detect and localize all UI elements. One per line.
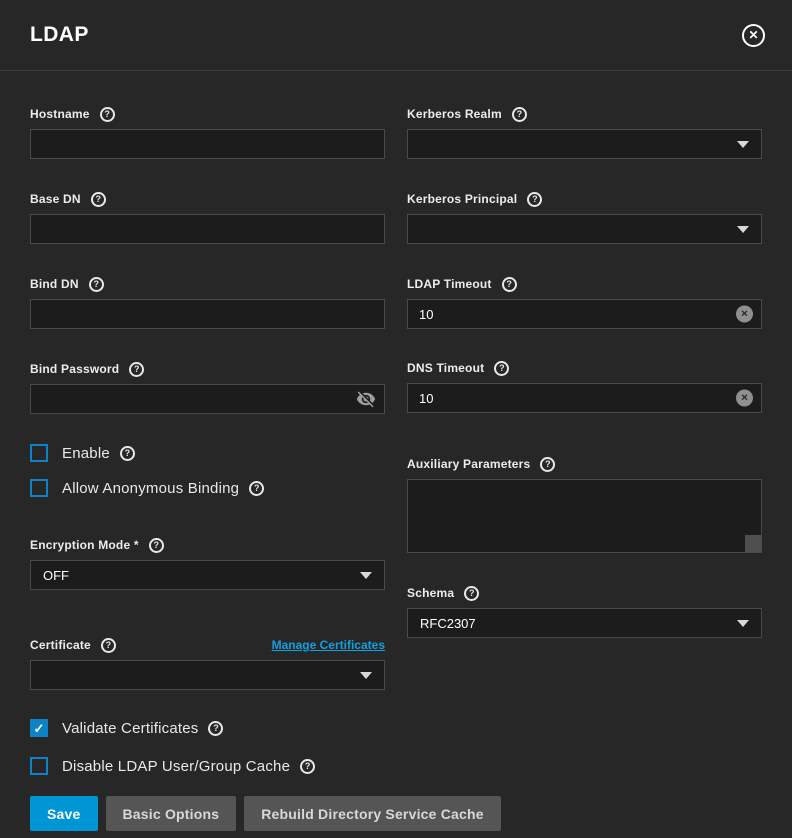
certificate-label: Certificate: [30, 638, 91, 652]
disable-ldap-cache-checkbox[interactable]: [30, 757, 48, 775]
help-icon[interactable]: ?: [300, 759, 315, 774]
chevron-down-icon: [737, 620, 749, 627]
hostname-field: Hostname ?: [30, 106, 385, 159]
help-icon[interactable]: ?: [149, 538, 164, 553]
help-icon[interactable]: ?: [120, 446, 135, 461]
help-icon[interactable]: ?: [129, 362, 144, 377]
form-left-column: Hostname ? Base DN ? Bind DN: [30, 106, 385, 775]
form-right-column: Kerberos Realm ? Kerberos Principal ?: [407, 106, 762, 775]
help-icon[interactable]: ?: [91, 192, 106, 207]
auxiliary-parameters-field: Auxiliary Parameters ?: [407, 456, 762, 553]
encryption-mode-value: OFF: [43, 568, 69, 583]
schema-field: Schema ? RFC2307: [407, 585, 762, 638]
help-icon[interactable]: ?: [208, 721, 223, 736]
ldap-form: Hostname ? Base DN ? Bind DN: [0, 71, 792, 775]
visibility-off-icon[interactable]: [356, 389, 376, 409]
allow-anonymous-binding-checkbox[interactable]: [30, 479, 48, 497]
clear-icon[interactable]: ✕: [736, 306, 753, 323]
dialog-footer: Save Basic Options Rebuild Directory Ser…: [0, 775, 792, 831]
certificate-field: Certificate ? Manage Certificates: [30, 637, 385, 690]
schema-value: RFC2307: [420, 616, 476, 631]
base-dn-input[interactable]: [30, 214, 385, 244]
auxiliary-parameters-textarea[interactable]: [407, 479, 762, 553]
schema-label: Schema: [407, 586, 454, 600]
dns-timeout-label: DNS Timeout: [407, 361, 484, 375]
disable-ldap-cache-row[interactable]: Disable LDAP User/Group Cache ?: [30, 757, 385, 775]
help-icon[interactable]: ?: [512, 107, 527, 122]
validate-certificates-row[interactable]: Validate Certificates ?: [30, 719, 385, 737]
help-icon[interactable]: ?: [502, 277, 517, 292]
bind-password-label: Bind Password: [30, 362, 119, 376]
help-icon[interactable]: ?: [494, 361, 509, 376]
chevron-down-icon: [737, 141, 749, 148]
base-dn-field: Base DN ?: [30, 191, 385, 244]
save-button[interactable]: Save: [30, 796, 98, 831]
enable-checkbox-row[interactable]: Enable ?: [30, 444, 385, 462]
help-icon[interactable]: ?: [249, 481, 264, 496]
dns-timeout-field: DNS Timeout ? ✕: [407, 360, 762, 413]
kerberos-principal-select[interactable]: [407, 214, 762, 244]
rebuild-directory-service-cache-button[interactable]: Rebuild Directory Service Cache: [244, 796, 501, 831]
validate-certificates-checkbox[interactable]: [30, 719, 48, 737]
kerberos-realm-field: Kerberos Realm ?: [407, 106, 762, 159]
kerberos-principal-field: Kerberos Principal ?: [407, 191, 762, 244]
allow-anonymous-binding-row[interactable]: Allow Anonymous Binding ?: [30, 479, 385, 497]
help-icon[interactable]: ?: [527, 192, 542, 207]
bind-dn-label: Bind DN: [30, 277, 79, 291]
bind-dn-input[interactable]: [30, 299, 385, 329]
auxiliary-parameters-label: Auxiliary Parameters: [407, 457, 530, 471]
ldap-timeout-label: LDAP Timeout: [407, 277, 492, 291]
page-title: LDAP: [30, 23, 89, 47]
certificate-select[interactable]: [30, 660, 385, 690]
encryption-mode-label: Encryption Mode *: [30, 538, 139, 552]
kerberos-principal-label: Kerberos Principal: [407, 192, 517, 206]
chevron-down-icon: [360, 672, 372, 679]
encryption-mode-select[interactable]: OFF: [30, 560, 385, 590]
ldap-dialog: LDAP ✕ Hostname ? Base DN ?: [0, 0, 792, 838]
kerberos-realm-select[interactable]: [407, 129, 762, 159]
help-icon[interactable]: ?: [100, 107, 115, 122]
ldap-timeout-input[interactable]: [407, 299, 762, 329]
enable-checkbox[interactable]: [30, 444, 48, 462]
schema-select[interactable]: RFC2307: [407, 608, 762, 638]
close-icon[interactable]: ✕: [742, 24, 765, 47]
disable-ldap-cache-label: Disable LDAP User/Group Cache: [62, 758, 290, 775]
bind-password-field: Bind Password ?: [30, 361, 385, 414]
enable-label: Enable: [62, 445, 110, 462]
kerberos-realm-label: Kerberos Realm: [407, 107, 502, 121]
allow-anonymous-binding-label: Allow Anonymous Binding: [62, 480, 239, 497]
basic-options-button[interactable]: Basic Options: [106, 796, 237, 831]
manage-certificates-link[interactable]: Manage Certificates: [272, 638, 385, 652]
chevron-down-icon: [737, 226, 749, 233]
help-icon[interactable]: ?: [464, 586, 479, 601]
ldap-timeout-field: LDAP Timeout ? ✕: [407, 276, 762, 329]
hostname-label: Hostname: [30, 107, 90, 121]
resize-handle[interactable]: [745, 535, 761, 552]
help-icon[interactable]: ?: [89, 277, 104, 292]
chevron-down-icon: [360, 572, 372, 579]
help-icon[interactable]: ?: [540, 457, 555, 472]
encryption-mode-field: Encryption Mode * ? OFF: [30, 537, 385, 590]
bind-dn-field: Bind DN ?: [30, 276, 385, 329]
bind-password-input[interactable]: [30, 384, 385, 414]
help-icon[interactable]: ?: [101, 638, 116, 653]
dialog-header: LDAP ✕: [0, 0, 792, 71]
hostname-input[interactable]: [30, 129, 385, 159]
validate-certificates-label: Validate Certificates: [62, 720, 198, 737]
base-dn-label: Base DN: [30, 192, 81, 206]
dns-timeout-input[interactable]: [407, 383, 762, 413]
clear-icon[interactable]: ✕: [736, 390, 753, 407]
